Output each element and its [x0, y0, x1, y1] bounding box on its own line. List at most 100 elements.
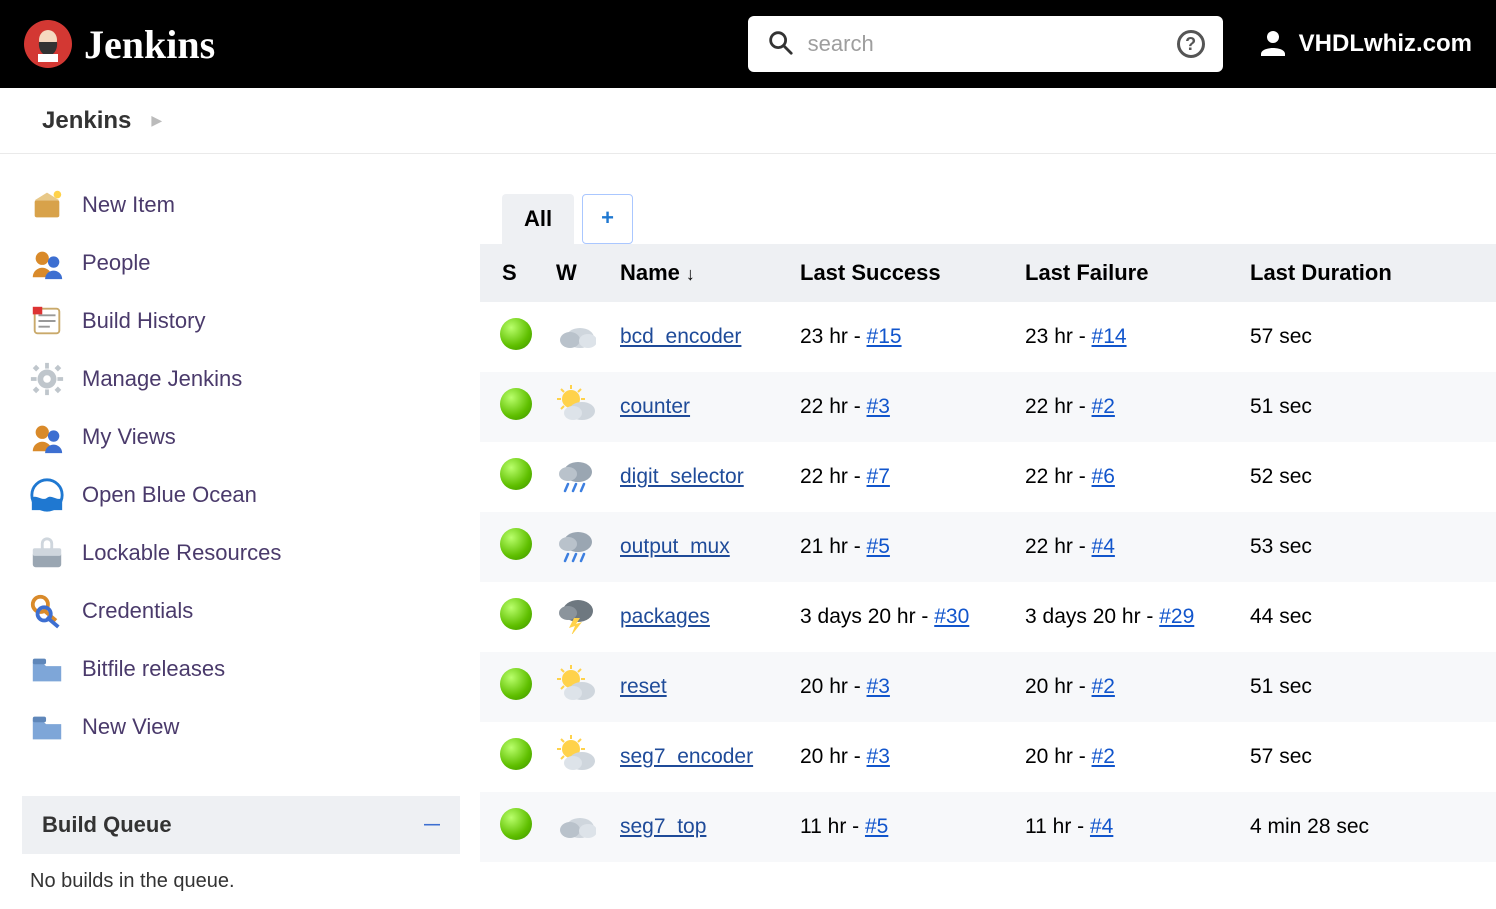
sidebar: New Item People Build HistoryManage Jenkin…	[0, 154, 480, 909]
user-menu[interactable]: VHDLwhiz.com	[1259, 28, 1472, 61]
jenkins-logo-icon	[24, 20, 72, 68]
last-duration-cell: 51 sec	[1238, 652, 1496, 722]
sidebar-item[interactable]: Manage Jenkins	[22, 350, 480, 408]
weather-partly-icon	[556, 734, 596, 774]
chevron-right-icon[interactable]: ▶	[151, 112, 162, 129]
build-link[interactable]: #2	[1092, 395, 1115, 418]
weather-partly-icon	[556, 664, 596, 704]
sidebar-item[interactable]: New View	[22, 698, 480, 756]
build-link[interactable]: #3	[867, 675, 890, 698]
build-queue-panel: Build Queue — No builds in the queue.	[22, 796, 460, 909]
job-link[interactable]: seg7_encoder	[620, 745, 753, 768]
build-link[interactable]: #3	[867, 745, 890, 768]
sidebar-item[interactable]: Bitfile releases	[22, 640, 480, 698]
status-ball-icon	[500, 668, 532, 700]
build-link[interactable]: #6	[1092, 465, 1115, 488]
build-link[interactable]: #15	[867, 325, 902, 348]
build-link[interactable]: #3	[867, 395, 890, 418]
weather-cloudy-icon	[556, 804, 596, 844]
search-input[interactable]	[808, 31, 1163, 57]
sidebar-item[interactable]: Open Blue Ocean	[22, 466, 480, 524]
last-failure-cell: 22 hr - #6	[1013, 442, 1238, 512]
last-failure-cell: 20 hr - #2	[1013, 722, 1238, 792]
collapse-icon[interactable]: —	[424, 816, 440, 834]
logo-wrap[interactable]: Jenkins	[24, 20, 215, 68]
blueocean-icon	[28, 476, 66, 514]
sidebar-item[interactable]: People	[22, 234, 480, 292]
build-link[interactable]: #14	[1092, 325, 1127, 348]
user-icon	[1259, 28, 1287, 61]
tab-all[interactable]: All	[502, 194, 574, 244]
sidebar-item-label: People	[82, 250, 151, 276]
last-duration-cell: 4 min 28 sec	[1238, 792, 1496, 862]
status-ball-icon	[500, 808, 532, 840]
job-link[interactable]: reset	[620, 675, 667, 698]
box-icon	[28, 186, 66, 224]
sidebar-item[interactable]: Lockable Resources	[22, 524, 480, 582]
col-last-success[interactable]: Last Success	[788, 244, 1013, 302]
last-duration-cell: 44 sec	[1238, 582, 1496, 652]
last-failure-cell: 3 days 20 hr - #29	[1013, 582, 1238, 652]
sidebar-item[interactable]: My Views	[22, 408, 480, 466]
sidebar-item-label: New View	[82, 714, 179, 740]
breadcrumb-root[interactable]: Jenkins	[42, 107, 131, 135]
col-name[interactable]: Name↓	[608, 244, 788, 302]
gear-icon	[28, 360, 66, 398]
sidebar-item[interactable]: New Item	[22, 176, 480, 234]
col-last-duration[interactable]: Last Duration	[1238, 244, 1496, 302]
app-title: Jenkins	[84, 21, 215, 68]
build-link[interactable]: #30	[934, 605, 969, 628]
sidebar-item[interactable]: Credentials	[22, 582, 480, 640]
last-success-cell: 21 hr - #5	[788, 512, 1013, 582]
build-link[interactable]: #2	[1092, 745, 1115, 768]
last-duration-cell: 57 sec	[1238, 722, 1496, 792]
last-success-cell: 22 hr - #3	[788, 372, 1013, 442]
col-last-failure[interactable]: Last Failure	[1013, 244, 1238, 302]
status-ball-icon	[500, 738, 532, 770]
sidebar-item[interactable]: Build History	[22, 292, 480, 350]
build-link[interactable]: #2	[1092, 675, 1115, 698]
table-row: counter 22 hr - #3 22 hr - #2 51 sec	[480, 372, 1496, 442]
build-link[interactable]: #4	[1092, 535, 1115, 558]
status-ball-icon	[500, 528, 532, 560]
sidebar-item-label: My Views	[82, 424, 176, 450]
last-duration-cell: 51 sec	[1238, 372, 1496, 442]
job-link[interactable]: seg7_top	[620, 815, 706, 838]
search-wrap: ?	[748, 16, 1223, 72]
last-duration-cell: 52 sec	[1238, 442, 1496, 512]
build-link[interactable]: #5	[865, 815, 888, 838]
last-failure-cell: 23 hr - #14	[1013, 302, 1238, 372]
build-link[interactable]: #29	[1159, 605, 1194, 628]
table-row: bcd_encoder 23 hr - #15 23 hr - #14 57 s…	[480, 302, 1496, 372]
build-link[interactable]: #5	[867, 535, 890, 558]
main-panel: All + S W Name↓ Last Success Last Failur…	[480, 154, 1496, 909]
people-icon	[28, 418, 66, 456]
last-duration-cell: 53 sec	[1238, 512, 1496, 582]
col-status[interactable]: S	[480, 244, 544, 302]
help-icon[interactable]: ?	[1177, 30, 1205, 58]
weather-partly-icon	[556, 384, 596, 424]
job-link[interactable]: counter	[620, 395, 690, 418]
table-row: output_mux 21 hr - #5 22 hr - #4 53 sec	[480, 512, 1496, 582]
status-ball-icon	[500, 598, 532, 630]
build-queue-title: Build Queue	[42, 812, 172, 838]
history-icon	[28, 302, 66, 340]
tab-add[interactable]: +	[582, 194, 633, 244]
job-link[interactable]: digit_selector	[620, 465, 744, 488]
job-link[interactable]: packages	[620, 605, 710, 628]
table-row: seg7_top 11 hr - #5 11 hr - #4 4 min 28 …	[480, 792, 1496, 862]
status-ball-icon	[500, 458, 532, 490]
job-link[interactable]: output_mux	[620, 535, 730, 558]
col-weather[interactable]: W	[544, 244, 608, 302]
job-link[interactable]: bcd_encoder	[620, 325, 741, 348]
build-link[interactable]: #7	[867, 465, 890, 488]
last-failure-cell: 22 hr - #2	[1013, 372, 1238, 442]
last-success-cell: 11 hr - #5	[788, 792, 1013, 862]
status-ball-icon	[500, 318, 532, 350]
build-link[interactable]: #4	[1090, 815, 1113, 838]
user-name: VHDLwhiz.com	[1299, 30, 1472, 58]
sidebar-item-label: Lockable Resources	[82, 540, 281, 566]
last-success-cell: 23 hr - #15	[788, 302, 1013, 372]
table-row: digit_selector 22 hr - #7 22 hr - #6 52 …	[480, 442, 1496, 512]
jobs-table: S W Name↓ Last Success Last Failure Last…	[480, 244, 1496, 862]
